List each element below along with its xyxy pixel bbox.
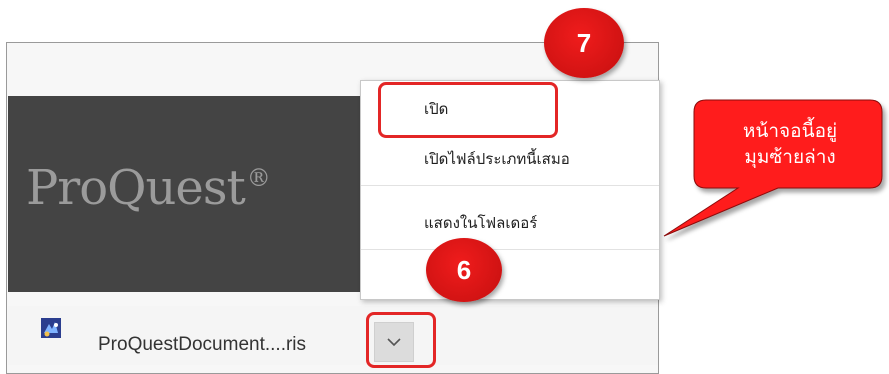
callout-line-2: มุมซ้ายล่าง bbox=[744, 146, 836, 168]
callout-text: หน้าจอนี้อยู่ มุมซ้ายล่าง bbox=[700, 118, 880, 170]
callout-line-1: หน้าจอนี้อยู่ bbox=[742, 120, 838, 142]
callout-bubble bbox=[663, 99, 883, 237]
